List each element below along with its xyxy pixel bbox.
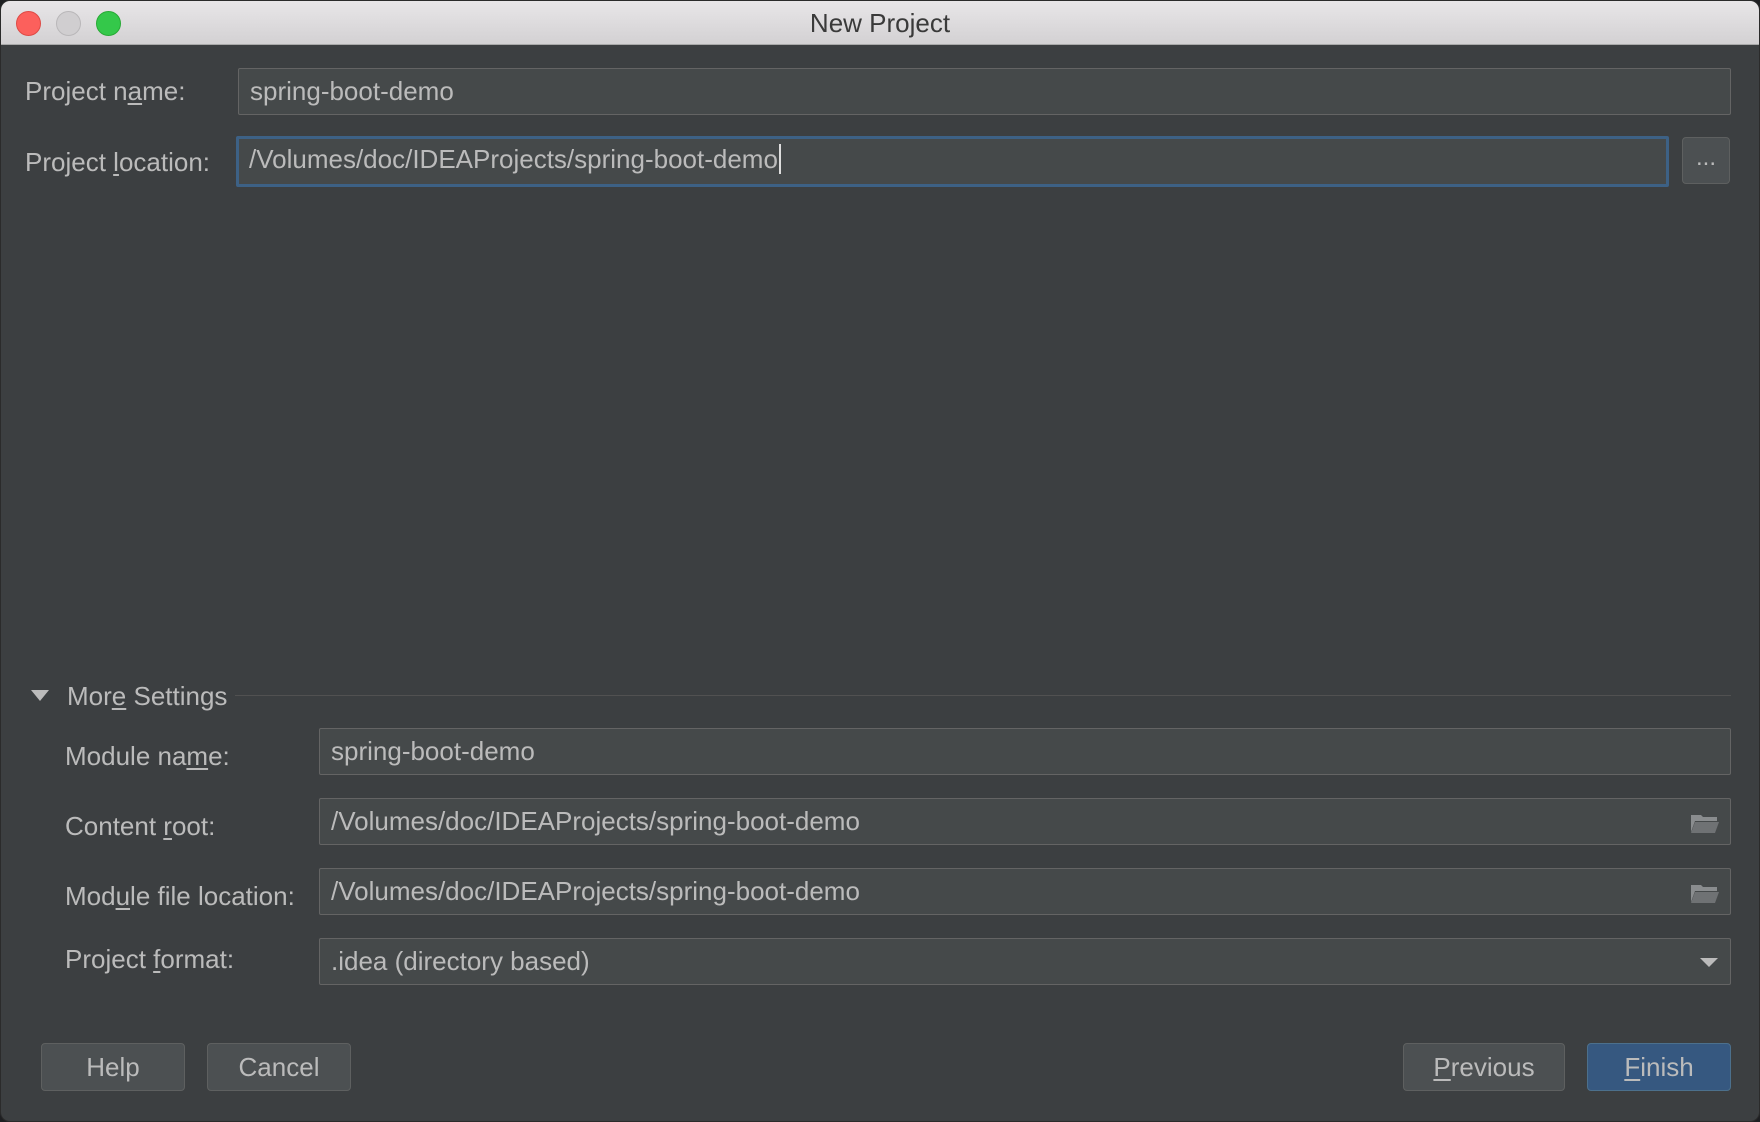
project-location-value: /Volumes/doc/IDEAProjects/spring-boot-de… [249,144,778,174]
project-format-value: .idea (directory based) [331,946,590,976]
project-name-label: Project name: [25,76,186,106]
new-project-dialog: New Project Project name: spring-boot-de… [0,0,1760,1122]
text-caret [778,144,781,174]
module-file-location-value: /Volumes/doc/IDEAProjects/spring-boot-de… [331,876,860,906]
content-root-input[interactable]: /Volumes/doc/IDEAProjects/spring-boot-de… [319,798,1731,845]
module-file-location-input[interactable]: /Volumes/doc/IDEAProjects/spring-boot-de… [319,868,1731,915]
window-title: New Project [809,8,951,38]
project-name-input[interactable]: spring-boot-demo [238,68,1731,115]
more-settings-header[interactable]: More Settings [67,681,227,712]
project-format-select[interactable]: .idea (directory based) [319,938,1731,985]
cancel-button[interactable]: Cancel [207,1043,351,1091]
finish-button[interactable]: Finish [1587,1043,1731,1091]
module-name-value: spring-boot-demo [331,736,535,766]
module-name-label: Module name: [65,741,230,771]
project-name-value: spring-boot-demo [250,76,454,106]
previous-button[interactable]: Previous [1403,1043,1565,1091]
more-settings-separator [235,695,1731,696]
folder-icon[interactable] [1690,882,1720,904]
title-bar[interactable]: New Project [1,1,1759,45]
project-format-label: Project format: [65,944,235,974]
help-button[interactable]: Help [41,1043,185,1091]
folder-icon[interactable] [1690,812,1720,834]
content-root-value: /Volumes/doc/IDEAProjects/spring-boot-de… [331,806,860,836]
browse-location-button[interactable]: ... [1682,137,1730,184]
content-root-label: Content root: [65,811,216,841]
project-location-input[interactable]: /Volumes/doc/IDEAProjects/spring-boot-de… [236,136,1669,187]
chevron-down-icon [1700,958,1718,967]
project-location-label: Project location: [25,147,211,177]
module-file-location-label: Module file location: [65,881,295,911]
triangle-down-icon[interactable] [31,690,49,701]
module-name-input[interactable]: spring-boot-demo [319,728,1731,775]
